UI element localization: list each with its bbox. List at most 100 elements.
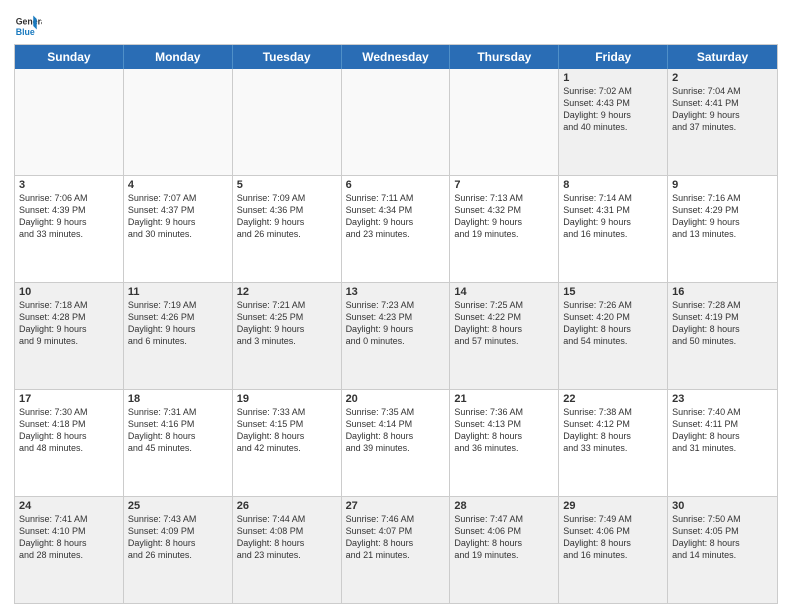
day-number: 14 [454, 286, 554, 298]
day-info: Sunrise: 7:18 AM Sunset: 4:28 PM Dayligh… [19, 299, 119, 348]
day-number: 12 [237, 286, 337, 298]
day-number: 4 [128, 179, 228, 191]
empty-cell-0-3 [342, 69, 451, 175]
calendar-row-3: 17Sunrise: 7:30 AM Sunset: 4:18 PM Dayli… [15, 389, 777, 496]
calendar-body: 1Sunrise: 7:02 AM Sunset: 4:43 PM Daylig… [15, 69, 777, 603]
calendar-header: SundayMondayTuesdayWednesdayThursdayFrid… [15, 45, 777, 69]
day-number: 11 [128, 286, 228, 298]
header-day-friday: Friday [559, 45, 668, 69]
header-day-saturday: Saturday [668, 45, 777, 69]
svg-text:Blue: Blue [16, 27, 35, 37]
day-number: 9 [672, 179, 773, 191]
day-number: 26 [237, 500, 337, 512]
day-cell-18: 18Sunrise: 7:31 AM Sunset: 4:16 PM Dayli… [124, 390, 233, 496]
day-info: Sunrise: 7:38 AM Sunset: 4:12 PM Dayligh… [563, 406, 663, 455]
day-number: 7 [454, 179, 554, 191]
day-info: Sunrise: 7:04 AM Sunset: 4:41 PM Dayligh… [672, 85, 773, 134]
day-info: Sunrise: 7:46 AM Sunset: 4:07 PM Dayligh… [346, 513, 446, 562]
day-cell-19: 19Sunrise: 7:33 AM Sunset: 4:15 PM Dayli… [233, 390, 342, 496]
empty-cell-0-1 [124, 69, 233, 175]
day-cell-2: 2Sunrise: 7:04 AM Sunset: 4:41 PM Daylig… [668, 69, 777, 175]
calendar-row-4: 24Sunrise: 7:41 AM Sunset: 4:10 PM Dayli… [15, 496, 777, 603]
day-number: 10 [19, 286, 119, 298]
day-cell-11: 11Sunrise: 7:19 AM Sunset: 4:26 PM Dayli… [124, 283, 233, 389]
logo-icon: General Blue [14, 12, 42, 40]
day-info: Sunrise: 7:26 AM Sunset: 4:20 PM Dayligh… [563, 299, 663, 348]
day-cell-5: 5Sunrise: 7:09 AM Sunset: 4:36 PM Daylig… [233, 176, 342, 282]
day-info: Sunrise: 7:50 AM Sunset: 4:05 PM Dayligh… [672, 513, 773, 562]
day-info: Sunrise: 7:09 AM Sunset: 4:36 PM Dayligh… [237, 192, 337, 241]
day-cell-12: 12Sunrise: 7:21 AM Sunset: 4:25 PM Dayli… [233, 283, 342, 389]
day-info: Sunrise: 7:02 AM Sunset: 4:43 PM Dayligh… [563, 85, 663, 134]
day-number: 23 [672, 393, 773, 405]
day-info: Sunrise: 7:11 AM Sunset: 4:34 PM Dayligh… [346, 192, 446, 241]
day-number: 17 [19, 393, 119, 405]
day-number: 2 [672, 72, 773, 84]
day-info: Sunrise: 7:35 AM Sunset: 4:14 PM Dayligh… [346, 406, 446, 455]
day-info: Sunrise: 7:28 AM Sunset: 4:19 PM Dayligh… [672, 299, 773, 348]
day-info: Sunrise: 7:16 AM Sunset: 4:29 PM Dayligh… [672, 192, 773, 241]
day-cell-28: 28Sunrise: 7:47 AM Sunset: 4:06 PM Dayli… [450, 497, 559, 603]
day-info: Sunrise: 7:40 AM Sunset: 4:11 PM Dayligh… [672, 406, 773, 455]
day-number: 20 [346, 393, 446, 405]
calendar-row-0: 1Sunrise: 7:02 AM Sunset: 4:43 PM Daylig… [15, 69, 777, 175]
day-number: 5 [237, 179, 337, 191]
header-day-wednesday: Wednesday [342, 45, 451, 69]
day-cell-20: 20Sunrise: 7:35 AM Sunset: 4:14 PM Dayli… [342, 390, 451, 496]
day-cell-9: 9Sunrise: 7:16 AM Sunset: 4:29 PM Daylig… [668, 176, 777, 282]
day-info: Sunrise: 7:23 AM Sunset: 4:23 PM Dayligh… [346, 299, 446, 348]
day-info: Sunrise: 7:13 AM Sunset: 4:32 PM Dayligh… [454, 192, 554, 241]
day-number: 3 [19, 179, 119, 191]
day-cell-3: 3Sunrise: 7:06 AM Sunset: 4:39 PM Daylig… [15, 176, 124, 282]
header-day-thursday: Thursday [450, 45, 559, 69]
day-number: 27 [346, 500, 446, 512]
day-info: Sunrise: 7:19 AM Sunset: 4:26 PM Dayligh… [128, 299, 228, 348]
header-day-sunday: Sunday [15, 45, 124, 69]
page: General Blue SundayMondayTuesdayWednesda… [0, 0, 792, 612]
day-info: Sunrise: 7:14 AM Sunset: 4:31 PM Dayligh… [563, 192, 663, 241]
header-row: General Blue [14, 10, 778, 40]
day-cell-29: 29Sunrise: 7:49 AM Sunset: 4:06 PM Dayli… [559, 497, 668, 603]
day-cell-4: 4Sunrise: 7:07 AM Sunset: 4:37 PM Daylig… [124, 176, 233, 282]
day-info: Sunrise: 7:36 AM Sunset: 4:13 PM Dayligh… [454, 406, 554, 455]
day-cell-23: 23Sunrise: 7:40 AM Sunset: 4:11 PM Dayli… [668, 390, 777, 496]
header-day-tuesday: Tuesday [233, 45, 342, 69]
day-number: 1 [563, 72, 663, 84]
day-cell-10: 10Sunrise: 7:18 AM Sunset: 4:28 PM Dayli… [15, 283, 124, 389]
day-cell-17: 17Sunrise: 7:30 AM Sunset: 4:18 PM Dayli… [15, 390, 124, 496]
svg-text:General: General [16, 16, 42, 26]
day-number: 8 [563, 179, 663, 191]
empty-cell-0-2 [233, 69, 342, 175]
empty-cell-0-4 [450, 69, 559, 175]
day-info: Sunrise: 7:49 AM Sunset: 4:06 PM Dayligh… [563, 513, 663, 562]
day-info: Sunrise: 7:21 AM Sunset: 4:25 PM Dayligh… [237, 299, 337, 348]
day-number: 30 [672, 500, 773, 512]
day-cell-7: 7Sunrise: 7:13 AM Sunset: 4:32 PM Daylig… [450, 176, 559, 282]
calendar: SundayMondayTuesdayWednesdayThursdayFrid… [14, 44, 778, 604]
header-day-monday: Monday [124, 45, 233, 69]
day-cell-30: 30Sunrise: 7:50 AM Sunset: 4:05 PM Dayli… [668, 497, 777, 603]
day-info: Sunrise: 7:31 AM Sunset: 4:16 PM Dayligh… [128, 406, 228, 455]
day-number: 24 [19, 500, 119, 512]
day-number: 25 [128, 500, 228, 512]
day-cell-26: 26Sunrise: 7:44 AM Sunset: 4:08 PM Dayli… [233, 497, 342, 603]
day-number: 21 [454, 393, 554, 405]
day-number: 15 [563, 286, 663, 298]
day-info: Sunrise: 7:30 AM Sunset: 4:18 PM Dayligh… [19, 406, 119, 455]
day-cell-21: 21Sunrise: 7:36 AM Sunset: 4:13 PM Dayli… [450, 390, 559, 496]
day-number: 28 [454, 500, 554, 512]
day-cell-1: 1Sunrise: 7:02 AM Sunset: 4:43 PM Daylig… [559, 69, 668, 175]
day-number: 19 [237, 393, 337, 405]
day-info: Sunrise: 7:47 AM Sunset: 4:06 PM Dayligh… [454, 513, 554, 562]
day-info: Sunrise: 7:07 AM Sunset: 4:37 PM Dayligh… [128, 192, 228, 241]
day-cell-16: 16Sunrise: 7:28 AM Sunset: 4:19 PM Dayli… [668, 283, 777, 389]
day-number: 22 [563, 393, 663, 405]
day-cell-13: 13Sunrise: 7:23 AM Sunset: 4:23 PM Dayli… [342, 283, 451, 389]
day-cell-22: 22Sunrise: 7:38 AM Sunset: 4:12 PM Dayli… [559, 390, 668, 496]
day-number: 29 [563, 500, 663, 512]
day-cell-15: 15Sunrise: 7:26 AM Sunset: 4:20 PM Dayli… [559, 283, 668, 389]
day-cell-25: 25Sunrise: 7:43 AM Sunset: 4:09 PM Dayli… [124, 497, 233, 603]
day-info: Sunrise: 7:25 AM Sunset: 4:22 PM Dayligh… [454, 299, 554, 348]
day-cell-8: 8Sunrise: 7:14 AM Sunset: 4:31 PM Daylig… [559, 176, 668, 282]
calendar-row-1: 3Sunrise: 7:06 AM Sunset: 4:39 PM Daylig… [15, 175, 777, 282]
